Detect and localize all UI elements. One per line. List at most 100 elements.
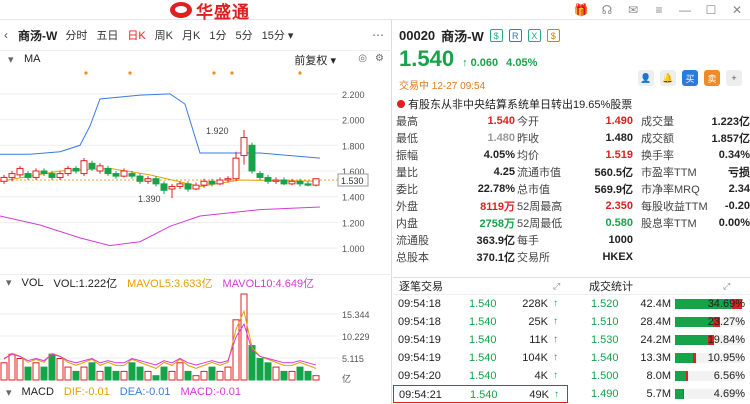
quote-label: 流通市值 bbox=[517, 166, 561, 179]
gift-icon[interactable]: 🎁 bbox=[574, 3, 589, 17]
volume-bar bbox=[120, 370, 128, 381]
period-tab-0[interactable]: 分时 bbox=[65, 27, 87, 43]
vol-label: VOL bbox=[21, 276, 44, 289]
trade-row[interactable]: 09:54:21 1.540 49K ↑ bbox=[393, 385, 568, 403]
add-watchlist-button[interactable]: + bbox=[726, 70, 742, 86]
trade-price: 1.540 bbox=[469, 316, 497, 328]
quote-row: 总股本 370.1亿 交易所 HKEX bbox=[393, 248, 750, 265]
quote-value: 1.490 bbox=[605, 114, 633, 127]
price-row: 1.540 ↑ 0.060 4.05% bbox=[399, 46, 537, 72]
volume-bar bbox=[216, 370, 224, 381]
app-header: 华盛通 🎁 ☊ ✉ ≡ — ☐ ✕ bbox=[0, 0, 750, 22]
interval-dropdown[interactable]: 15分 ▾ bbox=[262, 27, 294, 43]
tag-s-icon[interactable]: $ bbox=[489, 29, 503, 42]
collapse-icon[interactable]: ▾ bbox=[6, 276, 12, 289]
quote-value: 1.480 bbox=[487, 131, 515, 144]
trade-row[interactable]: 09:54:19 1.540 104K ↑ bbox=[393, 349, 568, 367]
candle-body bbox=[200, 180, 208, 186]
period-tab-5[interactable]: 1分 bbox=[209, 27, 226, 43]
volume-bar bbox=[24, 366, 32, 381]
period-tab-4[interactable]: 月K bbox=[182, 27, 200, 43]
notice-banner[interactable]: 有股东从非中央结算系统单日转出19.65%股票 bbox=[397, 96, 632, 112]
volume-bar bbox=[240, 293, 248, 381]
tab-trades[interactable]: 逐笔交易 bbox=[399, 278, 443, 294]
trade-time: 09:54:18 bbox=[398, 298, 441, 310]
quote-value: 1.223亿 bbox=[711, 115, 750, 128]
volume-bar bbox=[144, 370, 152, 381]
dea-value: DEA:-0.01 bbox=[119, 386, 171, 398]
candle-body bbox=[208, 180, 216, 185]
collapse-icon[interactable]: ▾ bbox=[8, 53, 14, 66]
stock-code: 00020 bbox=[399, 28, 436, 43]
trade-row[interactable]: 09:54:18 1.540 228K ↑ bbox=[393, 295, 568, 313]
up-arrow-icon: ↑ bbox=[553, 316, 558, 327]
menu-icon[interactable]: ≡ bbox=[652, 3, 666, 17]
eye-icon[interactable]: ◎ bbox=[358, 53, 367, 64]
candle-body bbox=[48, 173, 56, 178]
quote-label: 总股本 bbox=[396, 251, 429, 264]
stat-price: 1.520 bbox=[591, 298, 619, 310]
period-tab-1[interactable]: 五日 bbox=[96, 27, 118, 43]
period-tab-2[interactable]: 日K bbox=[127, 27, 145, 43]
headset-icon[interactable]: ☊ bbox=[600, 3, 614, 17]
trade-row[interactable]: 09:54:18 1.540 25K ↑ bbox=[393, 313, 568, 331]
tag-dollar-icon[interactable]: $ bbox=[546, 29, 560, 42]
buy-button[interactable]: 买 bbox=[682, 70, 698, 86]
volume-bar bbox=[224, 366, 232, 381]
event-marker bbox=[298, 71, 302, 75]
candle-body bbox=[168, 185, 176, 190]
candle-body bbox=[96, 165, 104, 172]
close-icon[interactable]: ✕ bbox=[730, 3, 744, 17]
maximize-icon[interactable]: ☐ bbox=[704, 3, 718, 17]
quote-header: 00020 商汤-W $ R X $ bbox=[399, 26, 560, 45]
y-tick-label: 1.400 bbox=[342, 193, 365, 203]
more-icon[interactable]: ⋯ bbox=[372, 28, 384, 42]
expand-icon[interactable]: ⤢ bbox=[553, 281, 560, 292]
candle-body bbox=[8, 173, 16, 178]
quote-label: 股息率TTM bbox=[641, 217, 697, 230]
tag-x-icon[interactable]: X bbox=[527, 29, 541, 42]
stat-pct: 4.69% bbox=[713, 388, 745, 400]
bell-icon[interactable]: 🔔 bbox=[660, 70, 676, 86]
quote-value: 22.78% bbox=[477, 182, 515, 195]
pane-header: 逐笔交易 ⤢ 成交统计 ⤢ bbox=[393, 277, 750, 295]
period-tab-3[interactable]: 周K bbox=[155, 27, 173, 43]
kline-chart[interactable]: 2.2002.0001.8001.6001.4001.2001.0001.530… bbox=[0, 67, 392, 273]
volume-bar bbox=[72, 370, 80, 381]
quote-value: 4.25 bbox=[493, 165, 515, 178]
upper-band-line bbox=[0, 93, 321, 159]
current-price-label: 1.530 bbox=[341, 176, 364, 186]
volume-bar bbox=[0, 362, 8, 381]
tag-r-icon[interactable]: R bbox=[508, 29, 522, 42]
period-tab-6[interactable]: 5分 bbox=[235, 27, 252, 43]
collapse-icon[interactable]: ▾ bbox=[6, 386, 12, 399]
settings-icon[interactable]: ⚙ bbox=[375, 53, 384, 64]
expand-icon[interactable]: ⤢ bbox=[723, 281, 730, 292]
price-change: ↑ 0.060 bbox=[462, 57, 499, 69]
adjust-dropdown[interactable]: 前复权 ▾ bbox=[294, 52, 336, 68]
sell-button[interactable]: 卖 bbox=[704, 70, 720, 86]
volume-bar bbox=[176, 362, 184, 381]
trade-row[interactable]: 09:54:20 1.540 4K ↑ bbox=[393, 367, 568, 385]
candle-body bbox=[72, 167, 80, 172]
vol-tick-label: 15.344 bbox=[342, 310, 370, 320]
stat-pct: 34.69% bbox=[707, 298, 745, 310]
candle-body bbox=[224, 178, 232, 181]
tab-trade-stats[interactable]: 成交统计 bbox=[589, 278, 633, 294]
volume-chart[interactable]: 15.344 10.229 5.115 亿 bbox=[0, 290, 392, 384]
message-icon[interactable]: ✉ bbox=[626, 3, 640, 17]
volume-bar bbox=[128, 362, 136, 381]
trade-time: 09:54:19 bbox=[398, 334, 441, 346]
back-icon[interactable]: ‹ bbox=[4, 28, 18, 42]
quote-row: 外盘 8119万 52周最高 2.350 每股收益TTM -0.20 bbox=[393, 197, 750, 214]
minimize-icon[interactable]: — bbox=[678, 3, 692, 17]
volume-bar bbox=[296, 366, 304, 381]
mavol5-value: MAVOL5:3.633亿 bbox=[127, 277, 213, 290]
quote-row: 内盘 2758万 52周最低 0.580 股息率TTM 0.00% bbox=[393, 214, 750, 231]
trade-row[interactable]: 09:54:19 1.540 11K ↑ bbox=[393, 331, 568, 349]
quote-label: 内盘 bbox=[396, 217, 418, 230]
up-arrow-icon: ↑ bbox=[553, 298, 558, 309]
person-icon[interactable]: 👤 bbox=[638, 70, 654, 86]
y-tick-label: 2.000 bbox=[342, 116, 365, 126]
quote-label: 外盘 bbox=[396, 200, 418, 213]
